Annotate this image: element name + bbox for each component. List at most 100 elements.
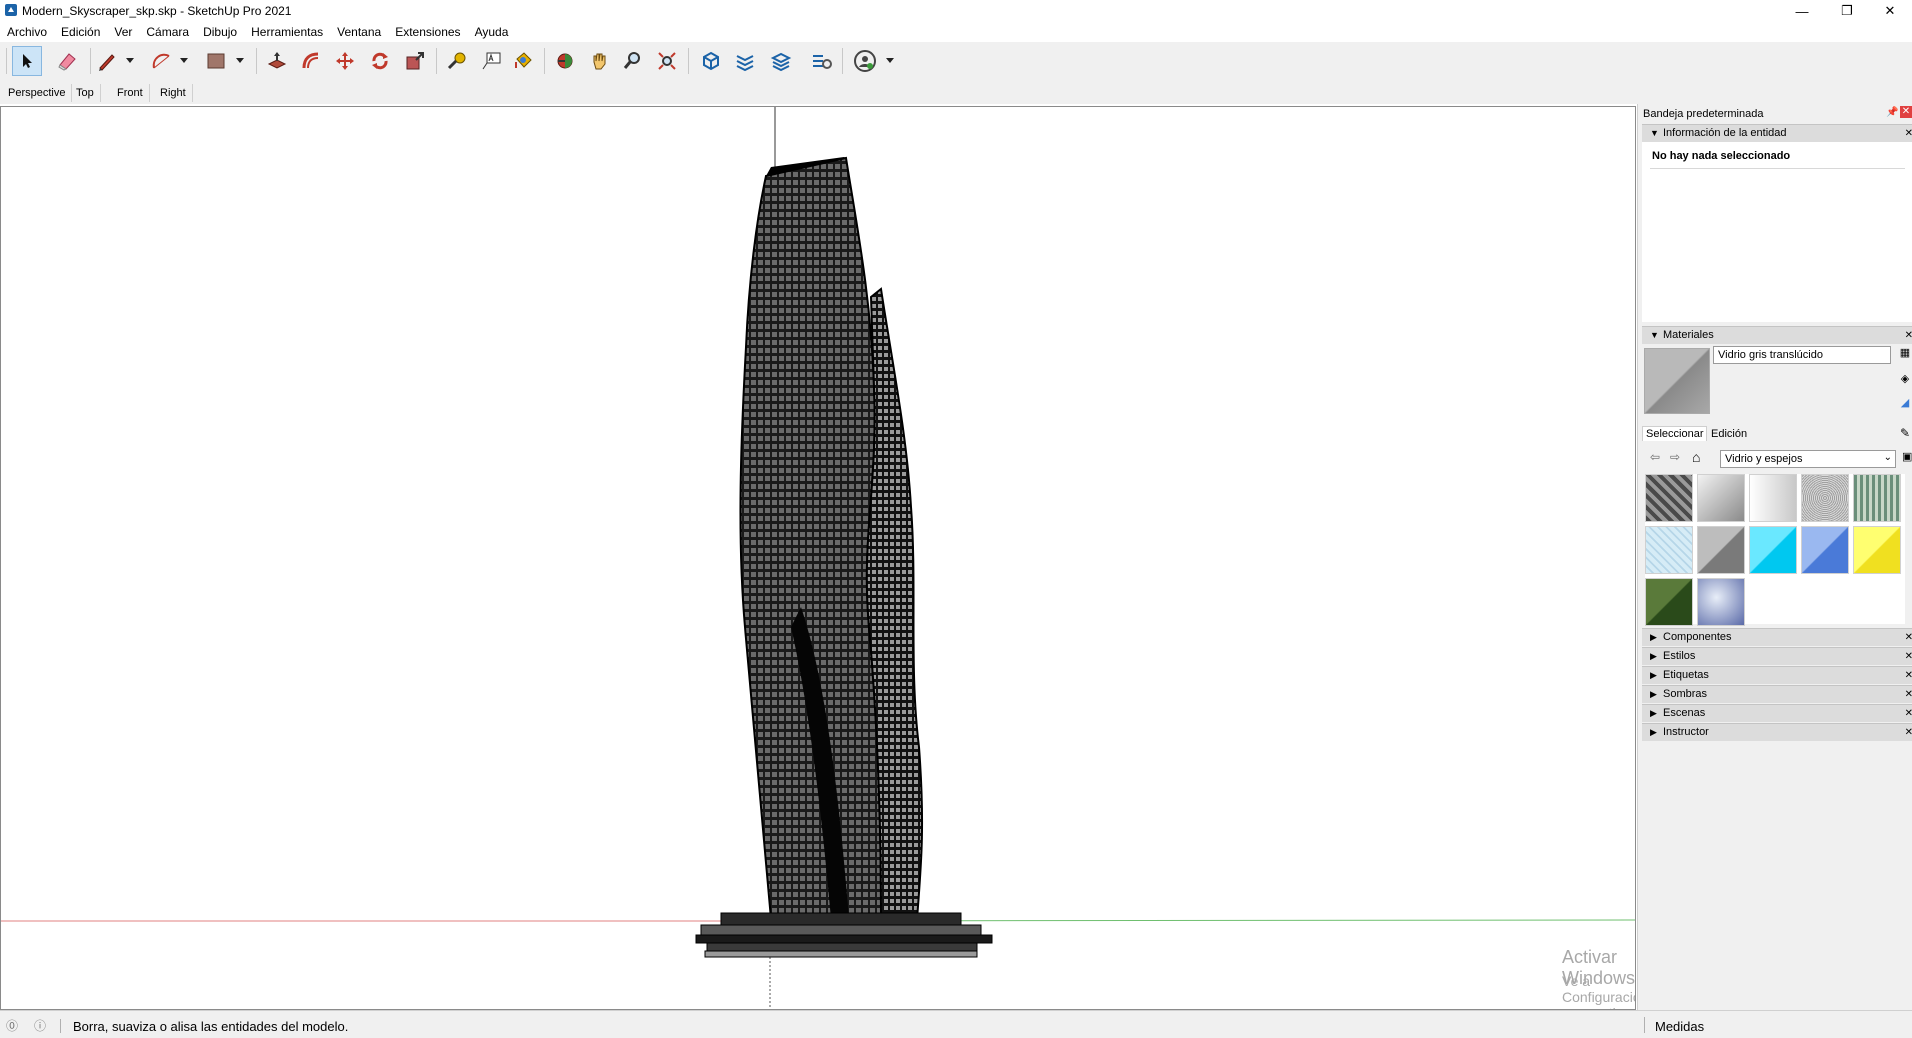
material-swatch[interactable] [1749, 474, 1797, 522]
info-icon[interactable]: ⓘ [34, 1017, 46, 1034]
scene-tab-perspective[interactable]: Perspective [2, 84, 73, 102]
toolbar-grip [6, 48, 7, 74]
scene-tab-top[interactable]: Top [70, 84, 101, 102]
styles-header[interactable]: ▶ Estilos ✕ [1642, 647, 1912, 665]
pencil-icon [99, 54, 115, 71]
menu-ver[interactable]: Ver [107, 22, 139, 42]
panel-close-icon[interactable]: ✕ [1905, 724, 1912, 741]
material-swatch[interactable] [1749, 526, 1797, 574]
menu-ventana[interactable]: Ventana [330, 22, 388, 42]
home-icon[interactable]: ⌂ [1692, 449, 1700, 465]
push-pull-tool-button[interactable] [262, 46, 292, 76]
account-button[interactable] [850, 46, 880, 76]
eraser-tool-button[interactable] [52, 46, 82, 76]
arc-tools-dropdown[interactable] [178, 46, 190, 76]
zoom-extents-tool-button[interactable] [652, 46, 682, 76]
menu-extensiones[interactable]: Extensiones [388, 22, 467, 42]
rectangle-tool-button[interactable] [201, 46, 231, 76]
shadows-header[interactable]: ▶ Sombras ✕ [1642, 685, 1912, 703]
material-swatch[interactable] [1645, 578, 1693, 626]
material-swatch[interactable] [1801, 474, 1849, 522]
components-header[interactable]: ▶ Componentes ✕ [1642, 628, 1912, 646]
menu-camara[interactable]: Cámara [139, 22, 196, 42]
material-library-select[interactable]: Vidrio y espejos ⌄ [1720, 450, 1896, 468]
scene-tab-right[interactable]: Right [154, 84, 193, 102]
panel-close-icon[interactable]: ✕ [1905, 648, 1912, 665]
tab-seleccionar[interactable]: Seleccionar [1642, 426, 1708, 441]
orbit-tool-button[interactable] [550, 46, 580, 76]
panel-close-icon[interactable]: ✕ [1905, 629, 1912, 646]
extension-manager-button[interactable] [806, 46, 836, 76]
menu-edicion[interactable]: Edición [54, 22, 107, 42]
materials-header[interactable]: ▼ Materiales ✕ [1642, 326, 1912, 344]
menu-herramientas[interactable]: Herramientas [244, 22, 330, 42]
line-tool-button[interactable] [92, 46, 122, 76]
shape-tools-dropdown[interactable] [234, 46, 246, 76]
layout-button[interactable] [766, 46, 796, 76]
material-preview[interactable] [1644, 348, 1710, 414]
details-icon[interactable]: ▣ [1902, 450, 1912, 463]
forward-arrow-icon[interactable]: ⇨ [1670, 450, 1680, 464]
scene-tab-front[interactable]: Front [111, 84, 150, 102]
toolbar-separator [256, 48, 257, 74]
material-swatch[interactable] [1645, 474, 1693, 522]
model-viewport[interactable]: Activar Windows Ve a Configuración para … [0, 106, 1636, 1010]
display-secondary-icon[interactable]: ▦ [1898, 344, 1912, 360]
material-swatch[interactable] [1697, 578, 1745, 626]
rotate-tool-button[interactable] [365, 46, 395, 76]
eyedropper-icon[interactable]: ✎ [1900, 426, 1910, 440]
toolbar-separator [436, 48, 437, 74]
offset-tool-button[interactable] [296, 46, 326, 76]
move-tool-button[interactable] [330, 46, 360, 76]
material-swatch[interactable] [1697, 526, 1745, 574]
tags-header[interactable]: ▶ Etiquetas ✕ [1642, 666, 1912, 684]
text-tool-button[interactable] [476, 46, 506, 76]
arc-icon [152, 53, 170, 69]
line-tools-dropdown[interactable] [124, 46, 136, 76]
tab-edicion[interactable]: Edición [1708, 428, 1750, 440]
eraser-icon [58, 53, 76, 71]
pin-icon[interactable]: 📌 [1886, 107, 1898, 118]
panel-close-icon[interactable]: ✕ [1905, 125, 1912, 142]
menu-dibujo[interactable]: Dibujo [196, 22, 244, 42]
material-swatch[interactable] [1853, 526, 1901, 574]
expand-arrow-icon: ▶ [1650, 689, 1657, 699]
restore-button[interactable]: ❐ [1825, 0, 1869, 22]
material-swatch[interactable] [1853, 474, 1901, 522]
material-swatch[interactable] [1645, 526, 1693, 574]
menu-bar: Archivo Edición Ver Cámara Dibujo Herram… [0, 22, 1912, 42]
scale-tool-button[interactable] [400, 46, 430, 76]
model-canvas [1, 107, 1635, 1009]
account-dropdown[interactable] [884, 46, 896, 76]
tape-measure-tool-button[interactable] [442, 46, 472, 76]
menu-archivo[interactable]: Archivo [0, 22, 54, 42]
3d-warehouse-button[interactable] [696, 46, 726, 76]
menu-ayuda[interactable]: Ayuda [468, 22, 516, 42]
material-name-field[interactable]: Vidrio gris translúcido [1713, 346, 1891, 364]
panel-close-icon[interactable]: ✕ [1905, 686, 1912, 703]
instructor-header[interactable]: ▶ Instructor ✕ [1642, 723, 1912, 741]
panel-close-icon[interactable]: ✕ [1905, 705, 1912, 722]
panel-close-icon[interactable]: ✕ [1905, 667, 1912, 684]
default-material-icon[interactable]: ◢ [1898, 394, 1912, 410]
scenes-header[interactable]: ▶ Escenas ✕ [1642, 704, 1912, 722]
zoom-tool-button[interactable] [618, 46, 648, 76]
material-library-value: Vidrio y espejos [1725, 453, 1803, 465]
back-arrow-icon[interactable]: ⇦ [1650, 450, 1660, 464]
pan-tool-button[interactable] [584, 46, 614, 76]
paint-bucket-tool-button[interactable] [508, 46, 538, 76]
material-swatch[interactable] [1697, 474, 1745, 522]
panel-close-icon[interactable]: ✕ [1905, 327, 1912, 344]
entity-info-header[interactable]: ▼ Información de la entidad ✕ [1642, 124, 1912, 142]
geo-location-icon[interactable]: ⓪ [6, 1017, 18, 1034]
material-swatch[interactable] [1801, 526, 1849, 574]
create-material-icon[interactable]: ◈ [1898, 370, 1912, 386]
minimize-button[interactable]: — [1780, 0, 1824, 22]
styles-title: Estilos [1663, 650, 1696, 662]
close-button[interactable]: ✕ [1868, 0, 1912, 22]
tray-close-icon[interactable]: ✕ [1900, 106, 1912, 118]
select-tool-button[interactable] [12, 46, 42, 76]
tape-measure-icon [447, 52, 466, 70]
extension-warehouse-button[interactable] [730, 46, 760, 76]
arc-tool-button[interactable] [146, 46, 176, 76]
